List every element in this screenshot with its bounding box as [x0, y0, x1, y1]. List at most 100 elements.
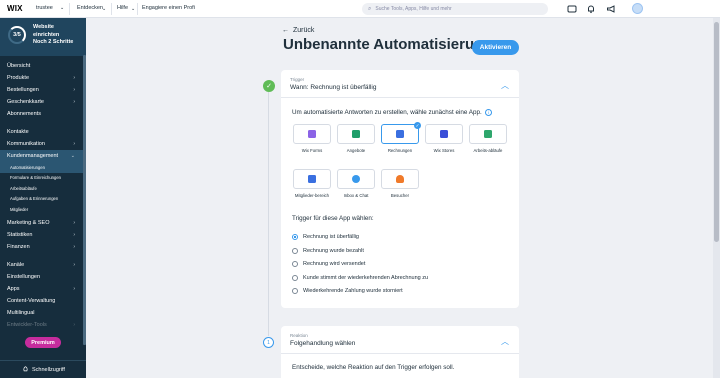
app-wix-stores[interactable]: Wix Stores — [425, 124, 463, 154]
site-selector[interactable]: trustee — [36, 5, 53, 11]
trigger-card-header[interactable]: Trigger Wann: Rechnung ist überfällig ︿ — [281, 70, 519, 98]
app-inbox-chat[interactable]: Inbox & Chat — [337, 169, 375, 199]
sidebar-item-overview[interactable]: Übersicht — [0, 60, 83, 72]
sidebar-item-contacts[interactable]: Kontakte — [0, 126, 83, 138]
quick-access-button[interactable]: Schnellzugriff — [22, 366, 65, 373]
setup-progress-panel[interactable]: 3/5 Website einrichten Noch 2 Schritte — [0, 18, 86, 56]
forms-icon — [308, 130, 316, 138]
sidebar: 3/5 Website einrichten Noch 2 Schritte Ü… — [0, 18, 86, 378]
trigger-option[interactable]: Kunde stimmt der wiederkehrenden Abrechn… — [292, 275, 428, 281]
sidebar-item-settings[interactable]: Einstellungen — [0, 271, 83, 283]
sidebar-subitem-automations[interactable]: Automatisierungen — [0, 162, 83, 173]
main-scrollbar[interactable] — [713, 18, 720, 378]
hire-professional-link[interactable]: Engagiere einen Profi — [142, 5, 195, 11]
sidebar-item-products[interactable]: Produkte › — [0, 72, 83, 84]
rocket-icon — [23, 366, 28, 372]
check-icon: ✓ — [263, 80, 275, 92]
sidebar-item-content-manager[interactable]: Content-Verwaltung — [0, 295, 83, 307]
chevron-right-icon: › — [73, 285, 75, 292]
app-label: Inbox & Chat — [343, 193, 369, 198]
sidebar-item-label: Geschenkkarte — [7, 99, 44, 105]
scrollbar-thumb[interactable] — [714, 22, 719, 242]
sidebar-item-channels[interactable]: Kanäle › — [0, 259, 83, 271]
radio-selected[interactable] — [292, 234, 298, 240]
sidebar-item-label: Bestellungen — [7, 87, 39, 93]
sidebar-item-label: Entwickler-Tools — [7, 321, 47, 328]
back-label: Zurück — [293, 27, 315, 34]
sidebar-item-finances[interactable]: Finanzen › — [0, 241, 83, 253]
chevron-up-icon[interactable]: ︿ — [501, 336, 509, 347]
app-label: Wix Stores — [433, 148, 455, 153]
back-button[interactable]: ← Zurück — [282, 27, 314, 34]
reaction-card: Reaktion Folgehandlung wählen ︿ Entschei… — [281, 326, 519, 378]
app-wix-forms[interactable]: Wix Forms — [293, 124, 331, 154]
sidebar-item-marketing[interactable]: Marketing & SEO › — [0, 217, 83, 229]
megaphone-icon[interactable] — [606, 4, 616, 14]
quick-access-bar: Schnellzugriff — [0, 360, 86, 378]
step-connector — [268, 92, 269, 336]
app-members-area[interactable]: Mitglieder-bereich — [293, 169, 331, 199]
sidebar-item-label: Multilingual — [7, 309, 35, 316]
sidebar-item-label: Einstellungen — [7, 273, 41, 280]
invoice-icon — [396, 130, 404, 138]
sidebar-subitem-workflows[interactable]: Arbeitsabläufe — [0, 183, 83, 194]
info-icon[interactable]: i — [484, 109, 492, 116]
chevron-right-icon: › — [73, 75, 75, 81]
sidebar-subitem-members[interactable]: Mitglieder — [0, 204, 83, 215]
search-input[interactable]: ⌕ Suche Tools, Apps, Hilfe und mehr — [362, 3, 548, 15]
sidebar-subitem-forms[interactable]: Formulare & Einreichungen — [0, 173, 83, 184]
radio[interactable] — [292, 248, 298, 254]
sidebar-item-communication[interactable]: Kommunikation › — [0, 138, 83, 150]
radio[interactable] — [292, 261, 298, 267]
radio[interactable] — [292, 288, 298, 294]
sidebar-item-developer-tools[interactable]: Entwickler-Tools › — [0, 319, 83, 331]
chevron-down-icon[interactable]: ⌄ — [60, 5, 64, 11]
activate-button[interactable]: Aktivieren — [472, 40, 519, 55]
trigger-option-label: Rechnung ist überfällig — [303, 234, 359, 240]
sidebar-item-multilingual[interactable]: Multilingual — [0, 307, 83, 319]
chevron-right-icon: › — [73, 99, 75, 105]
sidebar-item-label: Kontakte — [7, 129, 29, 135]
nav-help[interactable]: Hilfe — [117, 5, 128, 11]
store-icon — [440, 130, 448, 138]
chat-icon[interactable] — [567, 4, 577, 14]
nav-explore[interactable]: Entdecken — [77, 5, 103, 11]
trigger-option[interactable]: Rechnung wird versendet — [292, 261, 365, 267]
trigger-option[interactable]: Rechnung wurde bezahlt — [292, 248, 364, 254]
main-content: ← Zurück Unbenannte Automatisierung Akti… — [86, 18, 713, 378]
sidebar-item-orders[interactable]: Bestellungen › — [0, 84, 83, 96]
bell-icon[interactable] — [586, 4, 596, 14]
app-visitors[interactable]: Besucher — [381, 169, 419, 199]
chevron-down-icon[interactable]: ⌄ — [102, 6, 106, 12]
trigger-option-label: Kunde stimmt der wiederkehrenden Abrechn… — [303, 275, 429, 281]
wix-logo[interactable]: WIX — [7, 4, 23, 13]
chevron-down-icon[interactable]: ⌄ — [131, 6, 135, 12]
sidebar-item-label: Produkte — [7, 75, 30, 81]
sidebar-item-gift-card[interactable]: Geschenkkarte › — [0, 96, 83, 108]
premium-button[interactable]: Premium — [25, 337, 61, 348]
app-quotes[interactable]: Angebote — [337, 124, 375, 154]
reaction-card-header[interactable]: Reaktion Folgehandlung wählen ︿ — [281, 326, 519, 354]
sidebar-item-apps[interactable]: Apps › — [0, 283, 83, 295]
quick-access-label: Schnellzugriff — [32, 366, 65, 373]
members-icon — [308, 175, 316, 183]
sidebar-item-statistics[interactable]: Statistiken › — [0, 229, 83, 241]
sidebar-item-label: Content-Verwaltung — [7, 297, 56, 304]
sidebar-subitem-tasks[interactable]: Aufgaben & Erinnerungen — [0, 194, 83, 205]
trigger-card: Trigger Wann: Rechnung ist überfällig ︿ … — [281, 70, 519, 308]
app-workflows[interactable]: Arbeits-abläufe — [469, 124, 507, 154]
avatar[interactable] — [632, 3, 643, 14]
app-invoices[interactable]: ✓ Rechnungen — [381, 122, 421, 154]
chevron-down-icon: ⌄ — [70, 153, 75, 159]
sidebar-item-customer-management[interactable]: Kundenmanagement ⌄ — [0, 150, 83, 162]
sidebar-item-subscriptions[interactable]: Abonnements — [0, 108, 83, 120]
trigger-option[interactable]: Wiederkehrende Zahlung wurde storniert — [292, 288, 403, 294]
arrow-left-icon: ← — [282, 27, 289, 34]
trigger-option[interactable]: Rechnung ist überfällig — [292, 234, 359, 240]
reaction-intro-text: Entscheide, welche Reaktion auf den Trig… — [292, 364, 455, 371]
page-title[interactable]: Unbenannte Automatisierung — [283, 36, 492, 53]
sidebar-item-label: Apps — [7, 285, 20, 292]
workflow-icon — [484, 130, 492, 138]
radio[interactable] — [292, 275, 298, 281]
chevron-up-icon[interactable]: ︿ — [501, 80, 509, 91]
